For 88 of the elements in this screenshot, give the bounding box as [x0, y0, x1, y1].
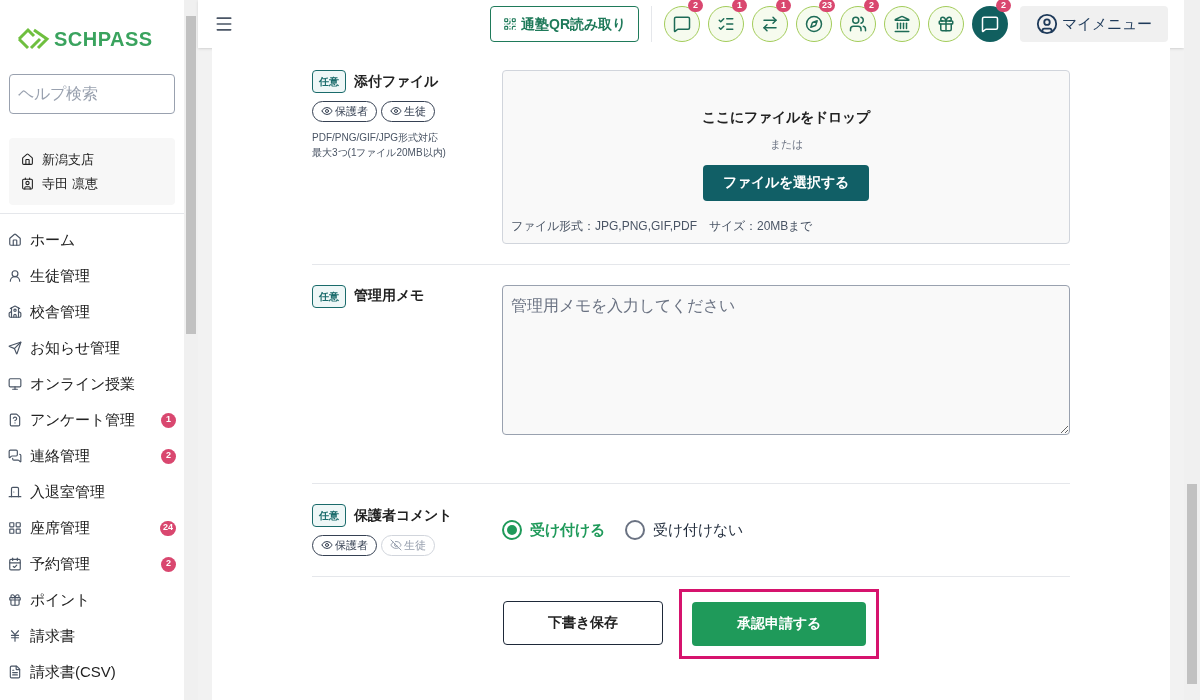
- logo-icon: [16, 27, 50, 51]
- eye-icon: [390, 105, 402, 118]
- nav-item[interactable]: オンライン授業: [0, 366, 184, 402]
- checklist-icon: [717, 15, 735, 33]
- optional-tag: 任意: [312, 285, 346, 308]
- eye-icon: [321, 105, 333, 118]
- send-icon: [8, 341, 22, 355]
- arrows-icon: [761, 15, 779, 33]
- submit-button[interactable]: 承認申請する: [692, 601, 866, 646]
- count-badge: 1: [732, 0, 747, 12]
- help-search-field[interactable]: ヘルプ検索: [9, 74, 175, 114]
- count-badge: 24: [160, 520, 176, 536]
- nav-item[interactable]: 予約管理 2: [0, 546, 184, 582]
- nav-item[interactable]: ホーム: [0, 222, 184, 258]
- field-label: 保護者コメント: [354, 506, 452, 525]
- menu-icon[interactable]: [214, 14, 234, 34]
- field-label: 添付ファイル: [354, 72, 438, 91]
- count-badge: 2: [864, 0, 879, 12]
- toolbar-button[interactable]: [928, 6, 964, 42]
- message-icon: [981, 15, 999, 33]
- house-icon: [8, 233, 22, 247]
- qr-code-icon: [503, 17, 517, 31]
- file-note: 最大3つ(1ファイル20MB以内): [312, 145, 447, 160]
- bank-icon: [893, 15, 911, 33]
- save-draft-button[interactable]: 下書き保存: [503, 600, 663, 645]
- user-avatar-icon: [1036, 13, 1058, 35]
- file-drop-zone[interactable]: ここにファイルをドロップ または ファイルを選択する ファイル形式：JPG,PNG,GIF,PDF サイズ：20MBまで: [502, 70, 1070, 244]
- id-card-icon: [21, 176, 34, 190]
- count-badge: 1: [776, 0, 791, 12]
- yen-icon: [8, 629, 22, 643]
- format-note: ファイル形式：JPG,PNG,GIF,PDF サイズ：20MBまで: [511, 218, 813, 235]
- building-icon: [8, 305, 22, 319]
- radio-button[interactable]: [625, 519, 645, 540]
- file-note: PDF/PNG/GIF/JPG形式対応: [312, 130, 440, 145]
- toolbar-button[interactable]: [752, 6, 788, 42]
- nav-item[interactable]: 校舎管理: [0, 294, 184, 330]
- group-icon: [849, 15, 867, 33]
- optional-tag: 任意: [312, 504, 346, 527]
- gift-icon: [937, 15, 955, 33]
- nav-item[interactable]: 座席管理 24: [0, 510, 184, 546]
- toolbar-button[interactable]: [840, 6, 876, 42]
- nav-item[interactable]: アンケート管理 1: [0, 402, 184, 438]
- user-name: 寺田 凛恵: [42, 174, 98, 193]
- chat-icon: [8, 449, 22, 463]
- message-icon: [673, 15, 691, 33]
- qr-button[interactable]: 通塾QR読み取り: [490, 6, 639, 42]
- count-badge: 2: [161, 556, 176, 572]
- count-badge: 2: [688, 0, 703, 12]
- toolbar-button[interactable]: [796, 6, 832, 42]
- nav-item[interactable]: 入退室管理: [0, 474, 184, 510]
- nav-item[interactable]: お知らせ管理: [0, 330, 184, 366]
- memo-field[interactable]: 管理用メモを入力してください: [502, 285, 1070, 435]
- gift-icon: [8, 593, 22, 607]
- nav-item[interactable]: ポイント: [0, 582, 184, 618]
- radio-option[interactable]: 受け付ける: [502, 518, 605, 541]
- toolbar-button[interactable]: [708, 6, 744, 42]
- my-menu-button[interactable]: マイメニュー: [1020, 6, 1168, 42]
- drop-text: ここにファイルをドロップ: [702, 108, 870, 127]
- house-icon: [21, 153, 34, 167]
- toolbar-button[interactable]: [972, 6, 1008, 42]
- branch-name: 新潟支店: [42, 151, 94, 169]
- question-document-icon: [8, 413, 22, 427]
- grid-icon: [8, 521, 22, 535]
- logo-text: SCHPASS: [54, 27, 153, 52]
- eye-off-icon: [390, 539, 402, 552]
- compass-icon: [805, 15, 823, 33]
- count-badge: 2: [161, 448, 176, 464]
- door-icon: [8, 485, 22, 499]
- radio-button[interactable]: [502, 519, 522, 540]
- person-icon: [8, 269, 22, 283]
- toolbar-button[interactable]: [664, 6, 700, 42]
- toolbar-button[interactable]: [884, 6, 920, 42]
- eye-icon: [321, 539, 333, 552]
- nav-item[interactable]: 生徒管理: [0, 258, 184, 294]
- count-badge: 23: [819, 0, 835, 12]
- count-badge: 2: [996, 0, 1011, 12]
- nav-item[interactable]: 請求書: [0, 618, 184, 654]
- calendar-icon: [8, 557, 22, 571]
- select-file-button[interactable]: ファイルを選択する: [703, 164, 869, 201]
- radio-option[interactable]: 受け付けない: [625, 518, 743, 541]
- optional-tag: 任意: [312, 70, 346, 93]
- field-label: 管理用メモ: [354, 286, 424, 305]
- count-badge: 1: [161, 412, 176, 428]
- document-icon: [8, 665, 22, 679]
- monitor-icon: [8, 377, 22, 391]
- or-text: または: [769, 137, 803, 152]
- nav-item[interactable]: 連絡管理 2: [0, 438, 184, 474]
- nav-item[interactable]: 請求書(CSV): [0, 654, 184, 690]
